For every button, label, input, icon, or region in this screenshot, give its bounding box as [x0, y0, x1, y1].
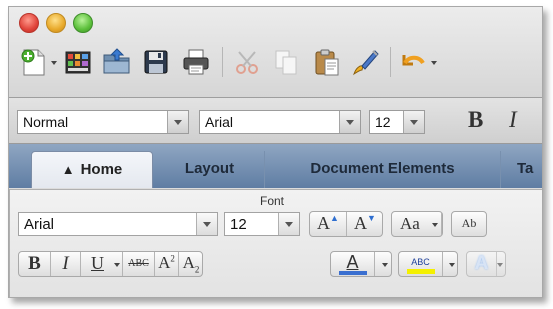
toolbar-separator: [222, 47, 223, 77]
highlight-swatch: [407, 269, 435, 274]
subscript-mark: 2: [194, 264, 200, 275]
font-color-swatch: [339, 271, 367, 275]
change-case-text: Aa: [400, 214, 420, 233]
style-value: Normal: [23, 114, 69, 130]
tab-tables-label: Ta: [517, 160, 534, 177]
strikethrough-label: ABC: [128, 258, 149, 269]
home-icon: ▲: [61, 162, 75, 177]
standard-toolbar: [9, 7, 542, 98]
formatting-toolbar: Normal Arial 12 B I: [9, 98, 542, 144]
new-document-icon[interactable]: [19, 47, 49, 77]
grow-arrow-icon: ▲: [330, 213, 339, 223]
font-color-button[interactable]: A: [330, 251, 392, 277]
font-combo[interactable]: Arial: [199, 110, 361, 134]
grow-font-label: A: [317, 213, 331, 233]
open-icon[interactable]: [102, 47, 132, 77]
tab-document-elements[interactable]: Document Elements: [265, 151, 501, 188]
italic-button[interactable]: I: [509, 107, 517, 133]
word-window: Normal Arial 12 B I ▲ Home Layout Documen…: [8, 6, 543, 298]
maximize-button[interactable]: [73, 13, 93, 33]
minimize-button[interactable]: [46, 13, 66, 33]
grow-font-button[interactable]: A▲: [310, 212, 347, 236]
chevron-down-icon[interactable]: [196, 213, 217, 235]
clear-formatting-button[interactable]: Ab: [451, 211, 487, 237]
undo-dropdown-icon[interactable]: [431, 61, 437, 65]
ribbon-tabs: ▲ Home Layout Document Elements Ta: [9, 144, 542, 188]
font-name-value: Arial: [24, 216, 55, 233]
grow-shrink-buttons: A▲ A▼: [309, 211, 383, 237]
chevron-down-icon[interactable]: [339, 111, 360, 133]
save-icon[interactable]: [141, 47, 171, 77]
undo-icon[interactable]: [398, 47, 428, 77]
font-name-combo[interactable]: Arial: [18, 212, 218, 236]
chevron-down-icon[interactable]: [497, 263, 503, 267]
subscript-button[interactable]: A2: [179, 252, 203, 276]
shrink-arrow-icon: ▼: [367, 213, 376, 223]
font-group: Font Arial 12 A▲ A▼ Aa Ab B I U ABC A2 A…: [9, 189, 542, 297]
change-case-button[interactable]: Aa: [391, 211, 443, 237]
font-size-value: 12: [230, 216, 247, 233]
font-size-combo[interactable]: 12: [369, 110, 425, 134]
font-size-value: 12: [375, 114, 391, 130]
tab-document-elements-label: Document Elements: [310, 160, 455, 177]
highlight-label: ABC: [411, 257, 430, 267]
font-group-title: Font: [260, 194, 285, 208]
text-style-buttons: B I U ABC A2 A2: [18, 251, 203, 277]
underline-label: U: [91, 253, 104, 273]
font-color-label: A: [346, 252, 359, 272]
copy-icon[interactable]: [271, 47, 301, 77]
font-size-stepper[interactable]: 12: [224, 212, 300, 236]
paste-icon[interactable]: [312, 47, 342, 77]
shrink-font-button[interactable]: A▼: [347, 212, 383, 236]
text-effects-label: A: [474, 253, 489, 274]
superscript-mark: 2: [170, 253, 175, 264]
bold-button[interactable]: B: [19, 252, 51, 276]
chevron-down-icon[interactable]: [114, 263, 120, 267]
format-painter-icon[interactable]: [351, 47, 381, 77]
strikethrough-button[interactable]: ABC: [123, 252, 155, 276]
chevron-down-icon[interactable]: [382, 263, 388, 267]
print-icon[interactable]: [181, 47, 211, 77]
text-effects-label-box: A: [467, 252, 497, 276]
bold-button[interactable]: B: [468, 107, 483, 133]
clear-formatting-icon: Ab: [452, 212, 486, 236]
tab-layout[interactable]: Layout: [155, 151, 265, 188]
highlight-button[interactable]: ABC: [398, 251, 458, 277]
text-effects-button[interactable]: A: [466, 251, 506, 277]
tab-home[interactable]: ▲ Home: [31, 151, 153, 188]
chevron-down-icon[interactable]: [403, 111, 424, 133]
italic-button[interactable]: I: [51, 252, 81, 276]
toolbar-separator: [390, 47, 391, 77]
tab-tables[interactable]: Ta: [501, 151, 542, 188]
style-combo[interactable]: Normal: [17, 110, 189, 134]
subscript-base: A: [182, 253, 195, 272]
close-button[interactable]: [19, 13, 39, 33]
clear-formatting-text: Ab: [461, 216, 477, 230]
templates-icon[interactable]: [63, 47, 93, 77]
tab-layout-label: Layout: [184, 160, 235, 177]
superscript-base: A: [158, 253, 171, 272]
tab-home-label: Home: [80, 161, 123, 178]
chevron-down-icon[interactable]: [449, 263, 455, 267]
superscript-button[interactable]: A2: [155, 252, 179, 276]
bold-label: B: [28, 253, 41, 274]
chevron-down-icon[interactable]: [432, 223, 438, 227]
font-value: Arial: [205, 114, 234, 130]
shrink-font-label: A: [354, 213, 368, 233]
new-document-dropdown-icon[interactable]: [51, 61, 57, 65]
italic-label: I: [62, 253, 69, 274]
chevron-down-icon[interactable]: [167, 111, 188, 133]
chevron-down-icon[interactable]: [278, 213, 299, 235]
cut-icon[interactable]: [233, 47, 263, 77]
